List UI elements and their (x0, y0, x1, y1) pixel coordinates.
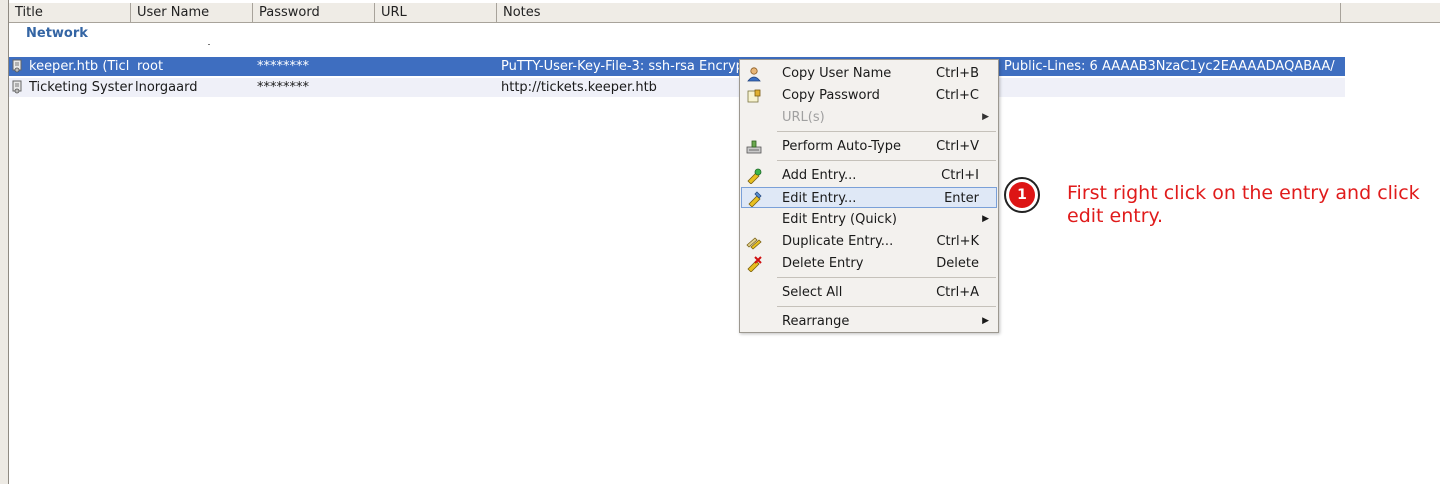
add-entry-icon (747, 168, 762, 184)
column-header-url[interactable]: URL (375, 3, 497, 22)
menu-item-duplicate-entry[interactable]: Duplicate Entry... Ctrl+K (741, 231, 997, 252)
entry-notes: http://tickets.keeper.htb (501, 80, 657, 95)
annotation-text: First right click on the entry and click… (1067, 182, 1420, 227)
entry-list-header: Title User Name Password URL Notes (9, 3, 1440, 23)
menu-item-label: URL(s) (782, 110, 825, 125)
key-icon (747, 89, 761, 103)
menu-item-label: Rearrange (782, 314, 850, 329)
menu-item-label: Edit Entry (Quick) (782, 212, 897, 227)
submenu-arrow-icon: ▶ (982, 214, 989, 224)
menu-item-urls[interactable]: URL(s) ▶ (741, 107, 997, 128)
group-label: Network (26, 26, 88, 41)
user-icon (747, 67, 761, 82)
window-frame-left (0, 0, 9, 484)
menu-item-rearrange[interactable]: Rearrange ▶ (741, 311, 997, 332)
entry-username: root (137, 59, 164, 74)
menu-item-shortcut: Enter (944, 191, 979, 206)
menu-item-perform-auto-type[interactable]: Perform Auto-Type Ctrl+V (741, 136, 997, 157)
menu-item-label: Add Entry... (782, 168, 857, 183)
menu-item-shortcut: Ctrl+A (936, 285, 979, 300)
column-header-title[interactable]: Title (9, 3, 131, 22)
menu-item-label: Perform Auto-Type (782, 139, 901, 154)
entry-password: ******** (257, 80, 309, 95)
delete-entry-icon (747, 256, 762, 272)
menu-item-label: Edit Entry... (782, 191, 857, 206)
menu-item-shortcut: Ctrl+C (935, 88, 979, 103)
entry-row[interactable]: Ticketing Syster lnorgaard ******** http… (9, 78, 1345, 97)
menu-separator (777, 277, 996, 278)
submenu-arrow-icon: ▶ (982, 316, 989, 326)
entry-title: Ticketing Syster (29, 80, 133, 95)
menu-item-shortcut: Ctrl+K (936, 234, 979, 249)
step-badge: 1 (1004, 177, 1040, 213)
menu-item-delete-entry[interactable]: Delete Entry Delete (741, 253, 997, 274)
entry-notes: PuTTY-User-Key-File-3: ssh-rsa Encryp (501, 59, 739, 74)
menu-item-copy-user-name[interactable]: Copy User Name Ctrl+B (741, 63, 997, 84)
menu-separator (777, 160, 996, 161)
entry-username: lnorgaard (135, 80, 198, 95)
menu-item-edit-entry[interactable]: Edit Entry... Enter (741, 187, 997, 208)
menu-item-shortcut: Ctrl+V (936, 139, 979, 154)
menu-item-label: Copy User Name (782, 66, 892, 81)
menu-item-label: Select All (782, 285, 843, 300)
entry-password: ******** (257, 59, 309, 74)
menu-separator (777, 131, 996, 132)
menu-item-label: Delete Entry (782, 256, 864, 271)
entry-key-icon (12, 80, 22, 94)
menu-item-edit-entry-quick[interactable]: Edit Entry (Quick) ▶ (741, 209, 997, 230)
entry-notes-continued: Public-Lines: 6 AAAAB3NzaC1yc2EAAAADAQAB… (1004, 59, 1335, 74)
menu-item-shortcut: Ctrl+B (936, 66, 979, 81)
menu-separator (777, 306, 996, 307)
auto-type-icon (746, 140, 762, 154)
entry-key-icon (12, 59, 22, 73)
duplicate-entry-icon (746, 237, 762, 250)
entry-title: keeper.htb (Ticl (29, 59, 130, 74)
entry-row[interactable]: keeper.htb (Ticl root ******** PuTTY-Use… (9, 57, 1345, 76)
column-header-username[interactable]: User Name (131, 3, 253, 22)
menu-item-shortcut: Delete (936, 256, 979, 271)
step-number: 1 (1009, 182, 1035, 208)
divider-mark (208, 44, 210, 45)
column-header-notes[interactable]: Notes (497, 3, 1341, 22)
menu-item-copy-password[interactable]: Copy Password Ctrl+C (741, 85, 997, 106)
edit-entry-icon (748, 191, 762, 207)
menu-item-label: Duplicate Entry... (782, 234, 894, 249)
context-menu: Copy User Name Ctrl+B Copy Password Ctrl… (739, 59, 999, 333)
menu-item-label: Copy Password (782, 88, 880, 103)
submenu-arrow-icon: ▶ (982, 112, 989, 122)
menu-item-shortcut: Ctrl+I (941, 168, 979, 183)
column-header-password[interactable]: Password (253, 3, 375, 22)
menu-item-select-all[interactable]: Select All Ctrl+A (741, 282, 997, 303)
menu-item-add-entry[interactable]: Add Entry... Ctrl+I (741, 165, 997, 186)
